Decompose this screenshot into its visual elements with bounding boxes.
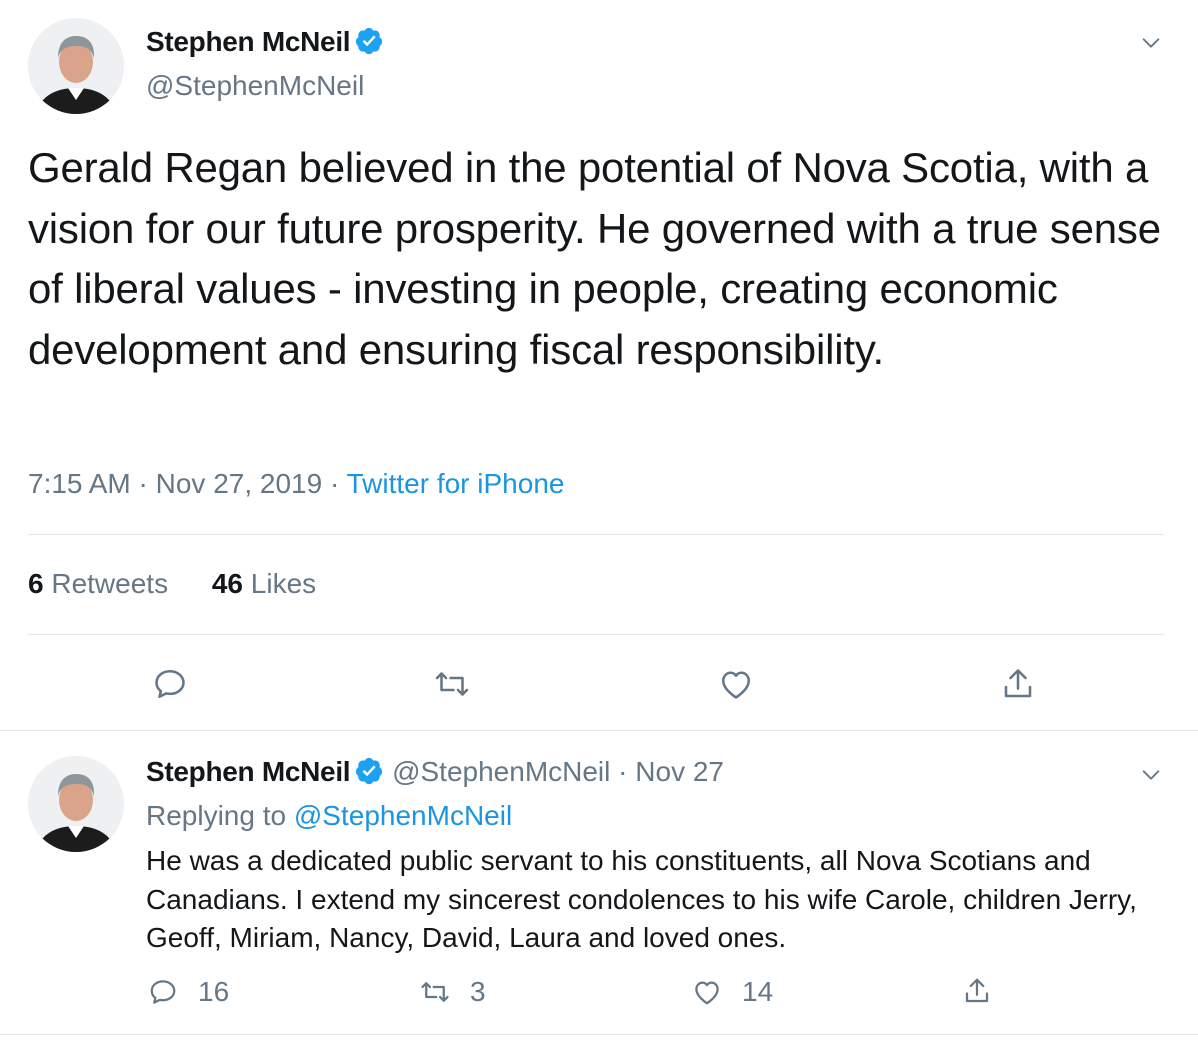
avatar[interactable] <box>28 756 124 852</box>
chevron-down-icon <box>1142 770 1160 780</box>
divider <box>28 634 1164 635</box>
like-button[interactable]: 14 <box>692 976 773 1008</box>
retweet-count: 3 <box>470 976 486 1007</box>
retweets-count: 6 <box>28 568 44 599</box>
replying-to-label: Replying to <box>146 800 287 831</box>
retweet-icon <box>421 982 449 1002</box>
verified-badge-icon <box>356 27 383 55</box>
share-button[interactable] <box>1000 666 1036 702</box>
heart-icon <box>695 981 719 1005</box>
chevron-down-icon <box>1142 38 1160 48</box>
divider <box>28 534 1164 535</box>
retweet-button[interactable] <box>434 666 470 702</box>
reply-button[interactable]: 16 <box>148 976 229 1008</box>
retweets-stat[interactable]: 6 Retweets <box>28 568 168 600</box>
retweet-button[interactable]: 3 <box>420 976 486 1008</box>
reply-count: 16 <box>198 976 230 1007</box>
profile-photo <box>28 756 124 852</box>
replying-to: Replying to @StephenMcNeil <box>146 800 512 832</box>
like-button[interactable] <box>718 666 754 702</box>
user-handle[interactable]: @StephenMcNeil <box>146 70 364 102</box>
tweet-menu-button[interactable] <box>1136 760 1166 790</box>
like-count: 14 <box>742 976 774 1007</box>
likes-label: Likes <box>250 568 317 599</box>
divider <box>0 730 1198 731</box>
divider <box>0 1034 1198 1035</box>
tweet-date[interactable]: Nov 27, 2019 <box>156 468 323 499</box>
tweet-source-link[interactable]: Twitter for iPhone <box>347 468 565 499</box>
tweet-menu-button[interactable] <box>1136 28 1166 58</box>
likes-count: 46 <box>211 568 244 599</box>
verified-badge-icon <box>356 757 383 785</box>
meta-separator: · <box>618 756 628 787</box>
reply-button[interactable] <box>152 666 188 702</box>
retweets-label: Retweets <box>51 568 169 599</box>
user-handle[interactable]: @StephenMcNeil <box>392 756 610 787</box>
tweet-text: He was a dedicated public servant to his… <box>146 845 1137 953</box>
reply-icon <box>155 669 185 699</box>
tweet-meta: 7:15 AM · Nov 27, 2019 · Twitter for iPh… <box>28 468 564 500</box>
display-name[interactable]: Stephen McNeil <box>146 756 351 787</box>
tweet-time[interactable]: 7:15 AM <box>28 468 131 499</box>
share-icon <box>1004 669 1032 698</box>
tweet-date[interactable]: Nov 27 <box>635 756 724 787</box>
reply-icon <box>150 980 176 1004</box>
avatar[interactable] <box>28 18 124 114</box>
retweet-icon <box>435 672 469 696</box>
display-name[interactable]: Stephen McNeil <box>146 26 384 58</box>
profile-photo <box>28 18 124 114</box>
heart-icon <box>721 671 751 699</box>
meta-separator: · <box>329 468 340 499</box>
share-button[interactable] <box>962 976 1012 1006</box>
reply-header: Stephen McNeil @StephenMcNeil · Nov 27 <box>146 756 724 788</box>
meta-separator: · <box>138 468 148 499</box>
replying-to-mention[interactable]: @StephenMcNeil <box>294 800 512 831</box>
likes-stat[interactable]: 46 Likes <box>212 568 316 600</box>
engagement-stats: 6 Retweets 46 Likes <box>28 568 316 600</box>
tweet-text: Gerald Regan believed in the potential o… <box>28 144 1161 373</box>
share-icon <box>965 978 989 1003</box>
